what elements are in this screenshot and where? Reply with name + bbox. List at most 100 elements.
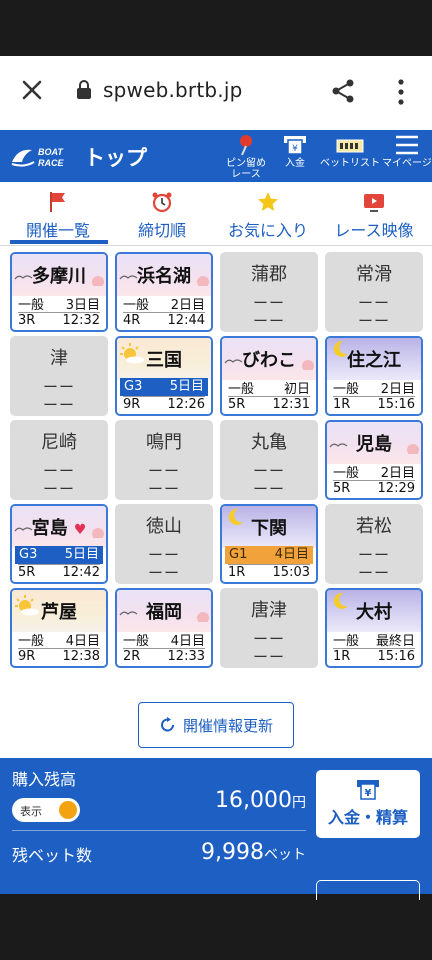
grade-badge: G3 5日目 xyxy=(120,378,208,396)
page-title: トップ xyxy=(84,146,147,170)
venue-name: 下関 xyxy=(251,518,287,539)
svg-text:¥: ¥ xyxy=(365,788,372,799)
url-text[interactable]: spweb.brtb.jp xyxy=(103,78,243,102)
venue-card[interactable]: 蒲郡 ーー ーー xyxy=(220,252,318,332)
venue-name: 福岡 xyxy=(146,602,182,623)
grade-row: 一般 2日目 xyxy=(333,466,415,481)
grade-row: 一般 最終日 xyxy=(333,634,415,649)
venue-name: 浜名湖 xyxy=(137,266,191,287)
pin-race-button[interactable]: ピン留め レース xyxy=(226,134,266,180)
deposit-settle-button[interactable]: ¥ 入金・精算 xyxy=(316,770,420,838)
venue-card[interactable]: 徳山 ーー ーー xyxy=(115,504,213,584)
close-icon[interactable] xyxy=(20,78,44,102)
tab-deadline[interactable]: 締切順 xyxy=(108,190,216,241)
venue-name: 若松 xyxy=(356,516,392,537)
venue-grid: 多摩川 一般 3日目 3R 12:32 浜名湖 一般 2日目 4R 12:44 蒲郡 ーー ーー 常滑 ーー… xyxy=(0,246,432,758)
venue-card[interactable]: 福岡 一般 4日目 2R 12:33 xyxy=(115,588,213,668)
betlist-button[interactable]: ベットリスト xyxy=(320,134,380,169)
venue-card[interactable]: 住之江一般 2日目 1R 15:16 xyxy=(325,336,423,416)
alarm-clock-icon xyxy=(152,192,172,213)
tab-favorites[interactable]: お気に入り xyxy=(214,190,322,241)
lock-icon xyxy=(77,80,91,99)
venue-name: 丸亀 xyxy=(251,432,287,453)
svg-text:¥: ¥ xyxy=(292,144,298,154)
grade-row: 一般 初日 xyxy=(228,382,310,397)
venue-dash: ーー xyxy=(357,312,390,330)
venue-name: 宮島 ♥ xyxy=(31,518,87,539)
venue-card[interactable]: 浜名湖一般 2日目 4R 12:44 xyxy=(115,252,213,332)
venue-name: 尼崎 xyxy=(41,432,77,453)
grade-row: 一般 3日目 xyxy=(18,298,100,313)
grade-row: 一般 2日目 xyxy=(123,298,205,313)
balance-label: 購入残高 xyxy=(12,770,77,789)
secondary-button[interactable] xyxy=(316,880,420,900)
more-vert-icon[interactable] xyxy=(394,78,408,106)
grade-row: 一般 2日目 xyxy=(333,382,415,397)
balance-display-toggle[interactable]: 表示 xyxy=(12,798,80,822)
tab-bar: 開催一覧 締切順 お気に入り レース映像 xyxy=(0,182,432,246)
pin-icon xyxy=(240,135,252,156)
venue-card[interactable]: 丸亀 ーー ーー xyxy=(220,420,318,500)
race-time-row: 1R 15:16 xyxy=(333,648,415,664)
divider xyxy=(12,830,306,831)
app-header: BOAT RACE トップ ピン留め レース ¥ 入金 ベットリスト マイページ xyxy=(0,130,432,182)
remaining-bets-value: 9,998ベット xyxy=(201,840,306,865)
venue-card[interactable]: 常滑 ーー ーー xyxy=(325,252,423,332)
tab-race-video[interactable]: レース映像 xyxy=(320,190,428,241)
race-time-row: 4R 12:44 xyxy=(123,312,205,328)
deposit-icon: ¥ xyxy=(284,136,306,155)
venue-card[interactable]: びわこ一般 初日 5R 12:31 xyxy=(220,336,318,416)
mypage-button[interactable]: マイページ xyxy=(382,134,432,169)
venue-name: びわこ xyxy=(242,350,296,371)
heart-icon: ♥ xyxy=(73,522,87,538)
browser-url-bar: spweb.brtb.jp xyxy=(0,56,432,130)
wallet-panel: 購入残高 表示 16,000円 残ベット数 9,998ベット ¥ 入金・精算 xyxy=(0,758,432,900)
venue-card[interactable]: 唐津 ーー ーー xyxy=(220,588,318,668)
venue-dash: ーー xyxy=(357,564,390,582)
betlist-icon xyxy=(336,139,364,153)
header-deposit-button[interactable]: ¥ 入金 xyxy=(282,134,308,169)
venue-name: 唐津 xyxy=(251,600,287,621)
tab-indicator xyxy=(10,240,108,244)
venue-name: 児島 xyxy=(356,434,392,455)
grade-row: 一般 4日目 xyxy=(123,634,205,649)
venue-card[interactable]: 三国 G3 5日目 9R 12:26 xyxy=(115,336,213,416)
share-icon[interactable] xyxy=(330,78,356,104)
venue-card[interactable]: 大村一般 最終日 1R 15:16 xyxy=(325,588,423,668)
venue-card[interactable]: 下関 G1 4日目 1R 15:03 xyxy=(220,504,318,584)
grade-row: 一般 4日目 xyxy=(18,634,100,649)
star-icon xyxy=(258,192,278,211)
refresh-icon xyxy=(160,717,174,732)
venue-name: 住之江 xyxy=(347,350,401,371)
refresh-button[interactable]: 開催情報更新 xyxy=(138,702,294,748)
venue-name: 津 xyxy=(50,348,68,369)
venue-dash: ーー xyxy=(147,564,180,582)
race-time-row: 1R 15:16 xyxy=(333,396,415,412)
balance-value: 16,000円 xyxy=(215,788,306,813)
venue-card[interactable]: 津ーー ーー xyxy=(10,336,108,416)
boatrace-logo[interactable]: BOAT RACE xyxy=(10,142,72,170)
race-time-row: 5R 12:42 xyxy=(18,564,100,580)
toggle-knob xyxy=(59,801,77,819)
race-time-row: 9R 12:26 xyxy=(123,396,205,412)
venue-card[interactable]: 児島 一般 2日目 5R 12:29 xyxy=(325,420,423,500)
remaining-bets-label: 残ベット数 xyxy=(12,846,93,865)
venue-card[interactable]: 鳴門 ーー ーー xyxy=(115,420,213,500)
venue-name: 常滑 xyxy=(356,264,392,285)
venue-card[interactable]: 多摩川一般 3日目 3R 12:32 xyxy=(10,252,108,332)
venue-card[interactable]: 尼崎 ーー ーー xyxy=(10,420,108,500)
deposit-icon: ¥ xyxy=(357,780,379,800)
venue-dash: ーー xyxy=(147,480,180,498)
venue-name: 多摩川 xyxy=(32,266,86,287)
tab-schedule[interactable]: 開催一覧 xyxy=(4,190,112,241)
venue-name: 大村 xyxy=(356,602,392,623)
venue-card[interactable]: 若松 ーー ーー xyxy=(325,504,423,584)
grade-badge: G1 4日目 xyxy=(225,546,313,564)
venue-dash: ーー xyxy=(252,648,285,666)
venue-card[interactable]: 宮島 ♥ G3 5日目 5R 12:42 xyxy=(10,504,108,584)
menu-icon xyxy=(395,135,418,155)
venue-name: 芦屋 xyxy=(41,602,77,623)
race-time-row: 5R 12:31 xyxy=(228,396,310,412)
venue-card[interactable]: 芦屋 一般 4日目 9R 12:38 xyxy=(10,588,108,668)
race-time-row: 3R 12:32 xyxy=(18,312,100,328)
